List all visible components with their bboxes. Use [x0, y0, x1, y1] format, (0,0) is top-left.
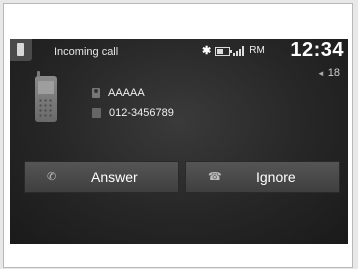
battery-icon [215, 46, 233, 56]
phone-source-icon [10, 39, 32, 61]
status-icons: ✱ RM [202, 44, 265, 58]
hang-up-icon: ☎ [208, 171, 222, 183]
volume-level: 18 [327, 67, 340, 79]
clock: 12:34 [290, 39, 344, 61]
bluetooth-icon: ✱ [202, 45, 212, 57]
status-title: Incoming call [54, 46, 119, 58]
answer-button[interactable]: ✆ Answer [24, 161, 179, 193]
phone-number-icon [92, 108, 101, 118]
contact-icon [92, 88, 100, 98]
caller-number: 012-3456789 [109, 107, 174, 119]
roaming-indicator: RM [249, 45, 265, 56]
caller-number-row: 012-3456789 [92, 107, 174, 119]
ignore-button[interactable]: ☎ Ignore [185, 161, 340, 193]
caller-name-row: AAAAA [92, 87, 145, 99]
caller-name: AAAAA [108, 87, 145, 99]
ignore-label: Ignore [256, 169, 296, 185]
volume-indicator: ◄ 18 [317, 67, 340, 79]
cell-phone-icon [35, 71, 57, 122]
status-bar: Incoming call ✱ RM 12:34 [10, 39, 348, 65]
signal-icon [233, 46, 246, 56]
answer-label: Answer [91, 169, 138, 185]
speaker-icon: ◄ [316, 68, 325, 78]
incoming-call-screen: Incoming call ✱ RM 12:34 ◄ 18 AAAAA 012-… [10, 39, 348, 244]
answer-phone-icon: ✆ [47, 171, 57, 183]
